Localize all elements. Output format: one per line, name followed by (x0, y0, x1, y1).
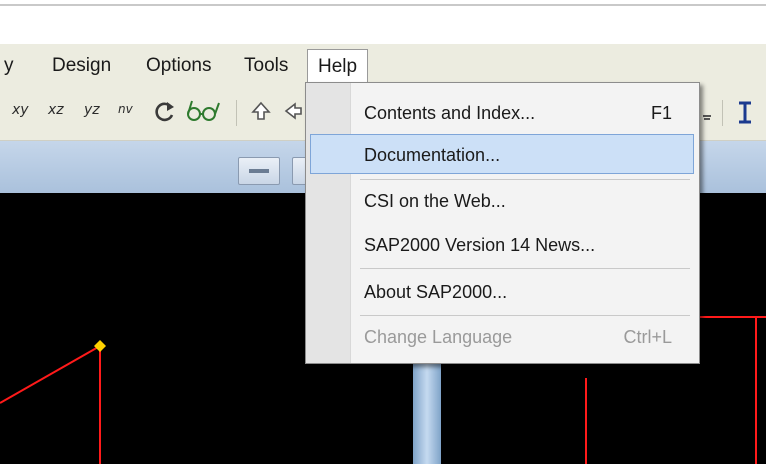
menu-item-label: CSI on the Web... (364, 191, 506, 211)
toolbar-separator-right (722, 100, 723, 126)
menu-separator (360, 315, 690, 316)
toolbar-separator (236, 100, 237, 126)
menu-item-label: Change Language (364, 327, 513, 347)
text-cursor-icon[interactable] (734, 100, 756, 131)
perspective-glasses-icon[interactable] (184, 98, 226, 129)
menu-display[interactable]: y (0, 52, 18, 80)
menu-separator (360, 268, 690, 269)
menu-item-documentation[interactable]: Documentation... (310, 134, 694, 174)
menu-item-label: About SAP2000... (364, 282, 508, 302)
view-nv-button[interactable]: nv (118, 102, 133, 116)
top-divider (0, 4, 766, 6)
view-yz-button[interactable]: yz (84, 102, 100, 118)
menu-separator (360, 179, 690, 180)
toolbar-overflow-icon[interactable] (700, 110, 714, 129)
menu-item-shortcut: Ctrl+L (623, 327, 672, 347)
menu-item-about-sap2000[interactable]: About SAP2000... (310, 272, 694, 312)
menu-item-contents-and-index[interactable]: Contents and Index... F1 (310, 93, 694, 133)
joint-marker (94, 340, 106, 352)
rotate-view-icon[interactable] (152, 98, 178, 129)
view-xy-button[interactable]: xy (12, 102, 29, 118)
up-arrow-icon[interactable] (250, 98, 272, 129)
left-arrow-icon[interactable] (282, 98, 302, 129)
minimize-button[interactable] (238, 157, 280, 185)
help-dropdown-menu: Contents and Index... F1 Documentation..… (305, 82, 700, 364)
menu-options[interactable]: Options (142, 52, 215, 80)
menu-item-change-language: Change Language Ctrl+L (310, 317, 694, 357)
top-area (0, 0, 766, 44)
frame-line-diagonal (0, 345, 101, 404)
menu-item-csi-on-the-web[interactable]: CSI on the Web... (310, 181, 694, 221)
menu-design[interactable]: Design (48, 52, 115, 80)
view-xz-button[interactable]: xz (48, 102, 64, 118)
menu-item-sap2000-news[interactable]: SAP2000 Version 14 News... (310, 225, 694, 265)
menu-item-shortcut: F1 (650, 103, 672, 123)
menu-item-label: Documentation... (364, 145, 501, 165)
menu-tools[interactable]: Tools (240, 52, 292, 80)
menu-item-label: SAP2000 Version 14 News... (364, 235, 596, 255)
menu-item-label: Contents and Index... (364, 103, 536, 123)
